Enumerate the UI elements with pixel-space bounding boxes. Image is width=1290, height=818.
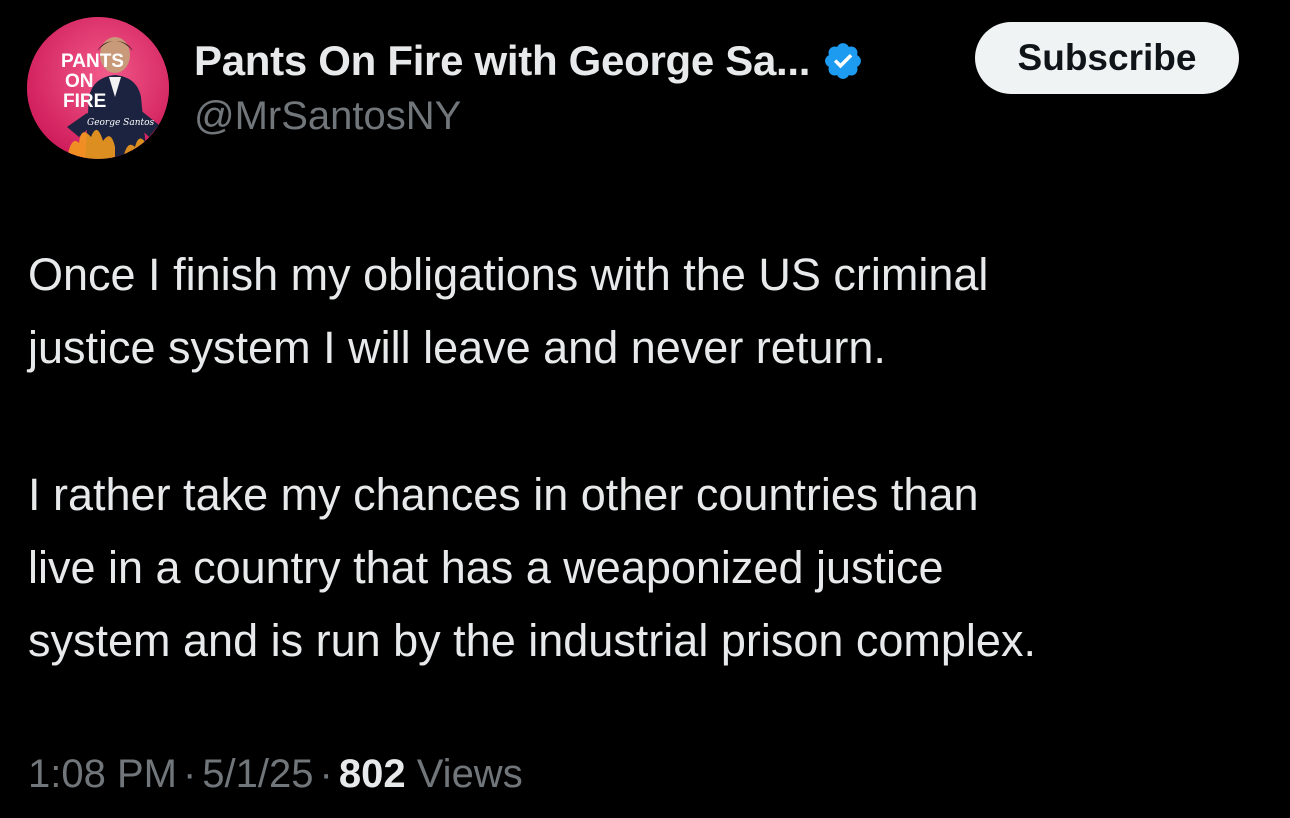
avatar-text-line2: ON [65,71,94,92]
tweet-line: system and is run by the industrial pris… [28,615,1036,666]
avatar-text-line1: PANTS [61,51,124,72]
subscribe-button[interactable]: Subscribe [975,22,1239,94]
views-label: Views [416,752,523,796]
avatar[interactable]: PANTS ON FIRE George Santos [27,17,169,159]
meta-separator: · [319,752,333,796]
tweet-meta: 1:08 PM · 5/1/25 · 802 Views [28,752,523,797]
tweet-line: I rather take my chances in other countr… [28,469,979,520]
avatar-image: PANTS ON FIRE George Santos [27,17,169,159]
views-count[interactable]: 802 [339,752,406,796]
avatar-text-line3: FIRE [63,91,106,112]
verified-badge-icon [825,43,862,79]
tweet-date[interactable]: 5/1/25 [202,752,313,796]
tweet-time[interactable]: 1:08 PM [28,752,177,796]
tweet-line: live in a country that has a weaponized … [28,542,944,593]
author-handle[interactable]: @MrSantosNY [194,94,461,139]
avatar-signature: George Santos [87,118,155,128]
meta-separator: · [182,752,197,796]
author-name-row: Pants On Fire with George Sa... [194,36,864,86]
author-display-name[interactable]: Pants On Fire with George Sa... [194,37,810,85]
tweet-line: justice system I will leave and never re… [28,322,886,373]
tweet-line: Once I finish my obligations with the US… [28,249,989,300]
tweet-text: Once I finish my obligations with the US… [28,238,1268,677]
